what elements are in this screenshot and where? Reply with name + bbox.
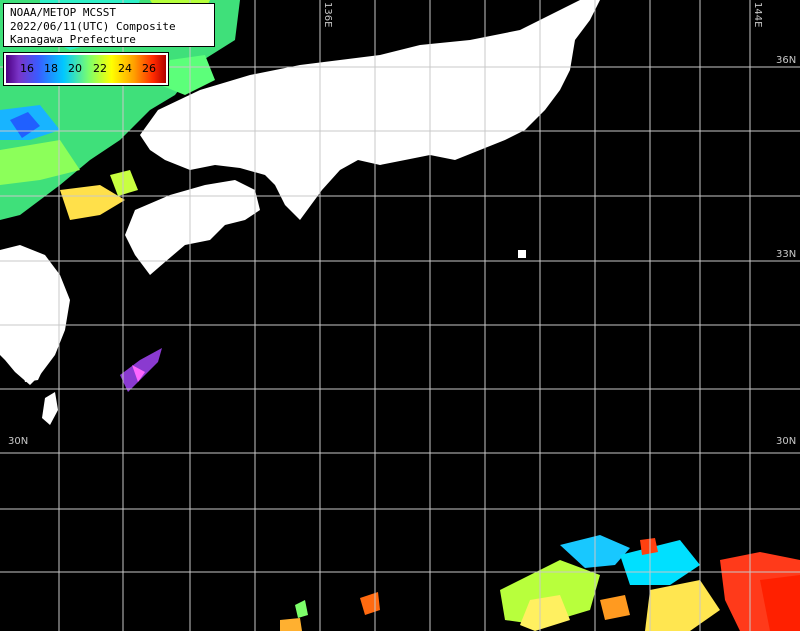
lat-label-30n-east: 30N: [776, 436, 797, 447]
lon-label-136e: 136E: [322, 2, 333, 28]
sst-map: [0, 0, 800, 631]
title-box: NOAA/METOP MCSST 2022/06/11(UTC) Composi…: [3, 3, 215, 47]
title-region: Kanagawa Prefecture: [10, 33, 136, 46]
title-source: NOAA/METOP MCSST: [10, 6, 116, 19]
legend-tick: 24: [118, 62, 132, 75]
title-date: 2022/06/11(UTC) Composite: [10, 19, 176, 33]
legend-tick: 20: [68, 62, 82, 75]
lat-label-36n: 36N: [776, 55, 797, 66]
legend-tick: 22: [93, 62, 107, 75]
legend-tick: 18: [44, 62, 58, 75]
legend-tick: 26: [142, 62, 156, 75]
legend-tick: 16: [20, 62, 34, 75]
color-legend: 16 18 20 22 24 26: [3, 52, 169, 86]
lon-label-144e: 144E: [752, 2, 763, 28]
lat-label-30n-west: 30N: [8, 436, 29, 447]
lat-label-33n: 33N: [776, 249, 797, 260]
